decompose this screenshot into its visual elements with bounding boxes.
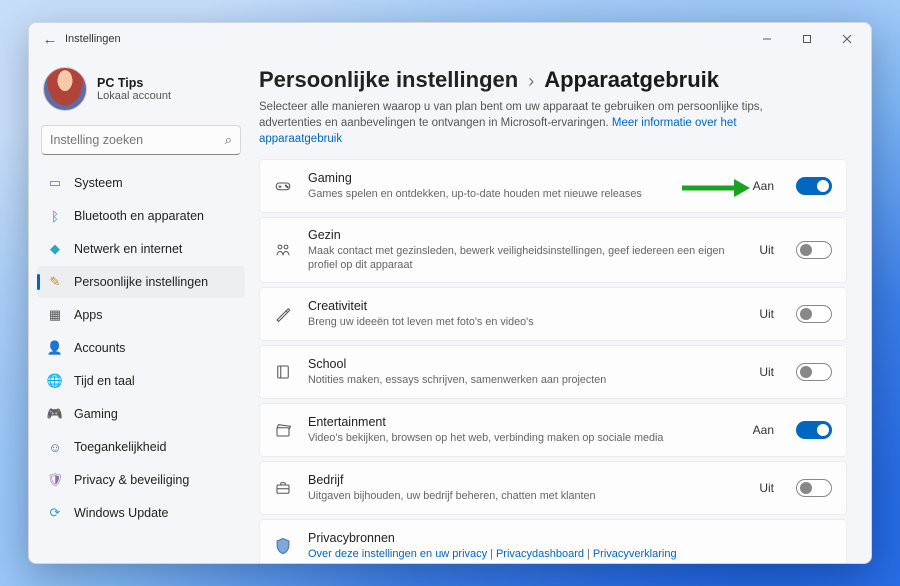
- toggle-state-label: Uit: [759, 481, 774, 495]
- card-title: Entertainment: [308, 415, 739, 429]
- breadcrumb-current: Apparaatgebruik: [544, 67, 719, 93]
- search-box[interactable]: ⌕: [41, 125, 241, 155]
- settings-window: ← Instellingen PC Tips Lokaal account ⌕ …: [28, 22, 872, 564]
- notebook-icon: [272, 361, 294, 383]
- breadcrumb-parent[interactable]: Persoonlijke instellingen: [259, 67, 518, 93]
- toggle-state-label: Aan: [753, 423, 774, 437]
- breadcrumb: Persoonlijke instellingen › Apparaatgebr…: [259, 67, 847, 93]
- profile-block[interactable]: PC Tips Lokaal account: [37, 59, 245, 125]
- family-icon: [272, 239, 294, 261]
- system-icon: ▭: [47, 175, 63, 191]
- shield-icon: 🛡: [47, 472, 63, 488]
- wifi-icon: ◆: [47, 241, 63, 257]
- window-controls: [747, 27, 867, 51]
- card-gaming: Gaming Games spelen en ontdekken, up-to-…: [259, 159, 847, 213]
- titlebar: ← Instellingen: [29, 23, 871, 55]
- privacy-statement-link[interactable]: Privacyverklaring: [593, 548, 677, 560]
- nav-accounts[interactable]: 👤Accounts: [37, 332, 245, 364]
- back-button[interactable]: ←: [39, 31, 61, 48]
- nav-time[interactable]: 🌐Tijd en taal: [37, 365, 245, 397]
- card-title: Gezin: [308, 228, 745, 242]
- briefcase-icon: [272, 477, 294, 499]
- school-toggle[interactable]: [796, 363, 832, 381]
- card-subtitle: Uitgaven bijhouden, uw bedrijf beheren, …: [308, 489, 745, 503]
- card-title: School: [308, 357, 745, 371]
- clock-icon: 🌐: [47, 373, 63, 389]
- close-button[interactable]: [827, 27, 867, 51]
- toggle-state-label: Uit: [759, 365, 774, 379]
- card-business: Bedrijf Uitgaven bijhouden, uw bedrijf b…: [259, 461, 847, 515]
- accessibility-icon: ☺: [47, 439, 63, 455]
- privacy-shield-icon: [272, 535, 294, 557]
- business-toggle[interactable]: [796, 479, 832, 497]
- gamepad-icon: [272, 175, 294, 197]
- clapper-icon: [272, 419, 294, 441]
- brush-icon: ✎: [47, 274, 63, 290]
- card-subtitle: Breng uw ideeën tot leven met foto's en …: [308, 315, 745, 329]
- privacy-dashboard-link[interactable]: Privacydashboard: [496, 548, 584, 560]
- maximize-button[interactable]: [787, 27, 827, 51]
- main-panel: Persoonlijke instellingen › Apparaatgebr…: [251, 55, 871, 563]
- card-subtitle: Notities maken, essays schrijven, samenw…: [308, 373, 745, 387]
- toggle-state-label: Aan: [753, 179, 774, 193]
- card-creativity: Creativiteit Breng uw ideeën tot leven m…: [259, 287, 847, 341]
- update-icon: ⟳: [47, 505, 63, 521]
- card-subtitle: Maak contact met gezinsleden, bewerk vei…: [308, 244, 745, 272]
- nav-list: ▭Systeem ᛒBluetooth en apparaten ◆Netwer…: [37, 167, 245, 529]
- avatar: [43, 67, 87, 111]
- card-title: Privacybronnen: [308, 531, 832, 545]
- gaming-toggle[interactable]: [796, 177, 832, 195]
- toggle-state-label: Uit: [759, 307, 774, 321]
- pen-ruler-icon: [272, 303, 294, 325]
- accounts-icon: 👤: [47, 340, 63, 356]
- nav-network[interactable]: ◆Netwerk en internet: [37, 233, 245, 265]
- creativity-toggle[interactable]: [796, 305, 832, 323]
- nav-system[interactable]: ▭Systeem: [37, 167, 245, 199]
- search-input[interactable]: [50, 133, 225, 147]
- card-school: School Notities maken, essays schrijven,…: [259, 345, 847, 399]
- bluetooth-icon: ᛒ: [47, 208, 63, 224]
- search-icon: ⌕: [225, 132, 232, 148]
- toggle-state-label: Uit: [759, 243, 774, 257]
- nav-gaming[interactable]: 🎮Gaming: [37, 398, 245, 430]
- nav-accessibility[interactable]: ☺Toegankelijkheid: [37, 431, 245, 463]
- nav-windows-update[interactable]: ⟳Windows Update: [37, 497, 245, 529]
- content-area: PC Tips Lokaal account ⌕ ▭Systeem ᛒBluet…: [29, 55, 871, 563]
- profile-name: PC Tips: [97, 76, 171, 90]
- card-title: Bedrijf: [308, 473, 745, 487]
- sidebar: PC Tips Lokaal account ⌕ ▭Systeem ᛒBluet…: [29, 55, 251, 563]
- nav-personalization[interactable]: ✎Persoonlijke instellingen: [37, 266, 245, 298]
- family-toggle[interactable]: [796, 241, 832, 259]
- entertainment-toggle[interactable]: [796, 421, 832, 439]
- apps-icon: ▦: [47, 307, 63, 323]
- card-subtitle: Video's bekijken, browsen op het web, ve…: [308, 431, 739, 445]
- privacy-about-link[interactable]: Over deze instellingen en uw privacy: [308, 548, 487, 560]
- usage-cards: Gaming Games spelen en ontdekken, up-to-…: [259, 159, 847, 563]
- nav-apps[interactable]: ▦Apps: [37, 299, 245, 331]
- card-subtitle: Over deze instellingen en uw privacy | P…: [308, 547, 832, 561]
- card-entertainment: Entertainment Video's bekijken, browsen …: [259, 403, 847, 457]
- nav-privacy[interactable]: 🛡Privacy & beveiliging: [37, 464, 245, 496]
- minimize-button[interactable]: [747, 27, 787, 51]
- gaming-icon: 🎮: [47, 406, 63, 422]
- card-title: Gaming: [308, 171, 739, 185]
- card-family: Gezin Maak contact met gezinsleden, bewe…: [259, 217, 847, 283]
- card-privacy-resources: Privacybronnen Over deze instellingen en…: [259, 519, 847, 563]
- chevron-right-icon: ›: [528, 71, 534, 92]
- card-subtitle: Games spelen en ontdekken, up-to-date ho…: [308, 187, 739, 201]
- page-description: Selecteer alle manieren waarop u van pla…: [259, 99, 819, 147]
- window-title: Instellingen: [65, 33, 121, 45]
- profile-sub: Lokaal account: [97, 90, 171, 102]
- nav-bluetooth[interactable]: ᛒBluetooth en apparaten: [37, 200, 245, 232]
- card-title: Creativiteit: [308, 299, 745, 313]
